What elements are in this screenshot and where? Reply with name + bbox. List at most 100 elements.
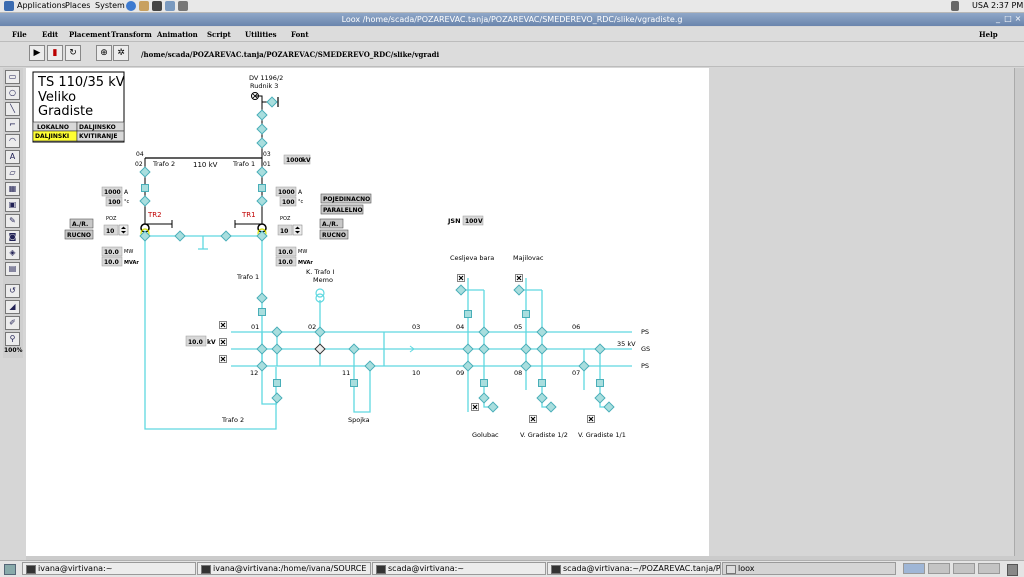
svg-text:A./R.: A./R. [72,221,88,228]
mail-icon[interactable] [139,1,149,11]
bus-ps-top-label: PS [641,328,649,336]
chart-icon[interactable]: ▮ [47,45,63,61]
picture-tool-icon[interactable]: ▤ [5,262,20,276]
workspace-3[interactable] [953,563,975,574]
menu-placement[interactable]: Placement [69,30,110,39]
terminal-icon[interactable] [152,1,162,11]
maximize-icon[interactable]: □ [1004,15,1012,23]
menu-file[interactable]: File [12,30,27,39]
line-earth-switch[interactable] [266,96,278,108]
k-trafo-breaker[interactable] [314,343,326,355]
mv-labels: Trafo 1 K. Trafo I Memo 10.0 kV 01 02 03… [185,254,650,439]
circle-tool-icon[interactable]: ○ [5,86,20,100]
editor-icon[interactable] [165,1,175,11]
tr1-disconnector[interactable] [256,166,268,178]
tr1-mw: 10.0 [278,249,293,256]
tr1-poz-value: 10 [280,228,288,235]
tr2-label: TR2 [147,211,162,219]
bus-35kv-label: 35 kV [617,340,636,348]
trafo-1-label: Trafo 1 [232,160,255,168]
tr2-mvar: 10.0 [104,259,119,266]
trafo1-35-disconnector[interactable] [256,292,268,304]
parallelogram-tool-icon[interactable]: ▱ [5,166,20,180]
jsn-value: 100 [465,218,478,225]
rectangle-tool-icon[interactable]: ▭ [5,70,20,84]
scale-tool-icon[interactable]: ◢ [5,300,20,314]
zoom-level: 100% [4,347,23,354]
terminal-icon [551,565,561,574]
workspace-4[interactable] [978,563,1000,574]
busbar-110-label: 110 kV [193,161,218,169]
tr2-temp-unit: °c [124,199,130,205]
edit-tool-icon[interactable]: ✐ [5,316,20,330]
settings-icon[interactable]: ✲ [113,45,129,61]
vertical-scrollbar[interactable] [1014,68,1024,556]
refresh-icon[interactable]: ↻ [65,45,81,61]
menu-edit[interactable]: Edit [42,30,58,39]
show-desktop-icon[interactable] [4,564,16,575]
tr1-breaker[interactable] [256,195,268,207]
image-tool-icon[interactable]: ▣ [5,198,20,212]
workspace-2[interactable] [928,563,950,574]
kvitiranje-label: KVITIRANJE [79,133,117,140]
trash-icon[interactable] [1007,564,1018,576]
tr1-mvar-unit: MVAr [298,260,313,266]
line-breaker[interactable] [256,123,268,135]
places-menu[interactable]: Places [65,1,90,10]
task-terminal-1[interactable]: ivana@virtivana:~ [22,562,196,575]
task-terminal-4[interactable]: scada@virtivana:~/POZAREVAC.tanja/POZ... [547,562,721,575]
run-icon[interactable]: ▶ [29,45,45,61]
drawing-canvas[interactable]: TS 110/35 kV Veliko Gradiste LOKALNO DAL… [26,68,709,556]
window-title-bar: Loox /home/scada/POZAREVAC.tanja/POZAREV… [0,13,1024,26]
close-icon[interactable]: × [1014,15,1022,23]
text-tool-icon[interactable]: A [5,150,20,164]
system-menu[interactable]: System [95,1,125,10]
svg-text:POJEDINACNO: POJEDINACNO [323,196,370,203]
bay-03: 03 [412,323,420,331]
bay-10: 10 [412,369,420,377]
keyboard-layout[interactable]: USA [972,1,989,10]
line-disconnector[interactable] [256,109,268,121]
daljinski-label: DALJINSKI [35,133,69,140]
tr2-disconnector[interactable] [139,166,151,178]
line-disconnector-2[interactable] [256,137,268,149]
menu-font[interactable]: Font [291,30,309,39]
volume-icon[interactable] [951,1,959,11]
menu-help[interactable]: Help [979,30,998,39]
menu-script[interactable]: Script [207,30,231,39]
bay-07: 07 [572,369,580,377]
rotate-tool-icon[interactable]: ↺ [5,284,20,298]
gnome-foot-icon[interactable] [4,1,14,11]
pen-tool-icon[interactable]: ✎ [5,214,20,228]
polyline-tool-icon[interactable]: ⌐ [5,118,20,132]
bus-gs-label: GS [641,345,650,353]
menu-animation[interactable]: Animation [157,30,198,39]
menu-transform[interactable]: Transform [111,30,152,39]
terminal-icon [376,565,386,574]
grid-tool-icon[interactable]: ▦ [5,182,20,196]
arc-tool-icon[interactable]: ◠ [5,134,20,148]
window-icon [726,565,736,574]
tr2-breaker[interactable] [139,195,151,207]
clock[interactable]: 2:37 PM [991,1,1023,10]
screenshot-icon[interactable] [178,1,188,11]
minimize-icon[interactable]: _ [994,15,1002,23]
tr1-ct [258,184,266,192]
station-title: TS 110/35 kV [37,75,125,90]
applications-menu[interactable]: Applications [17,1,66,10]
menu-utilities[interactable]: Utilities [245,30,277,39]
task-terminal-2[interactable]: ivana@virtivana:/home/ivana/SOURCE [197,562,371,575]
bay-05: 05 [514,323,522,331]
task-loox[interactable]: loox [722,562,896,575]
zoom-tool-icon[interactable]: ⚲ [5,332,20,346]
symbol-tool-icon[interactable]: ◈ [5,246,20,260]
busbar-kv-unit: kV [207,339,216,346]
target-icon[interactable]: ⊕ [96,45,112,61]
menu-bar: File Edit Placement Transform Animation … [0,27,1024,42]
globe-icon[interactable] [126,1,136,11]
golubac-earth [470,402,480,412]
workspace-1[interactable] [903,563,925,574]
camera-tool-icon[interactable]: ◙ [5,230,20,244]
task-terminal-3[interactable]: scada@virtivana:~ [372,562,546,575]
line-tool-icon[interactable]: ╲ [5,102,20,116]
